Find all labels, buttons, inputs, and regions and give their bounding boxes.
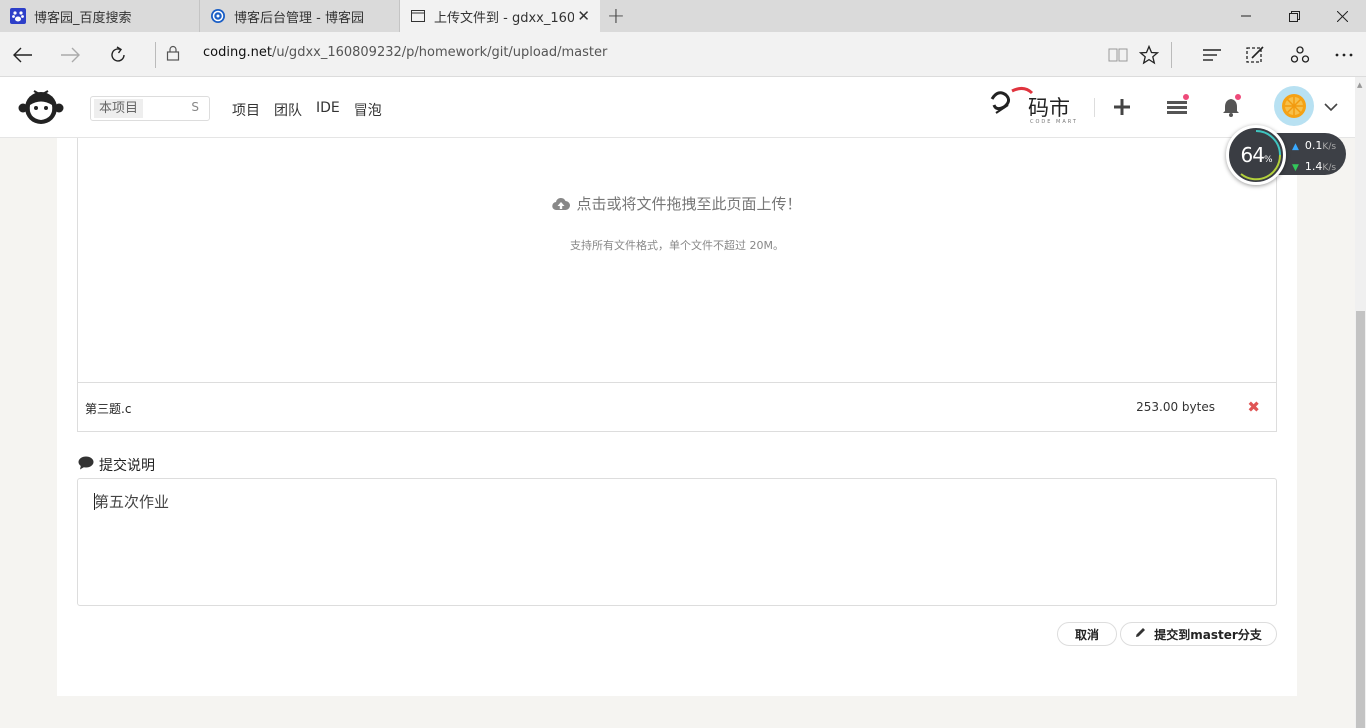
file-list-item: 第三题.c 253.00 bytes ✖ [77,382,1277,432]
page-scrollbar[interactable]: ▲ [1355,77,1366,728]
dropzone-title: 点击或将文件拖拽至此页面上传！ [78,193,1276,215]
close-tab-icon[interactable]: ✕ [577,7,590,25]
minimize-button[interactable] [1222,0,1270,32]
submit-to-master-button[interactable]: 提交到master分支 [1120,622,1277,646]
arrow-up-icon: ▲ [1292,142,1299,152]
url-field[interactable]: coding.net/u/gdxx_160809232/p/homework/g… [203,45,607,60]
nav-item-teams[interactable]: 团队 [274,100,302,120]
nav-item-bubble[interactable]: 冒泡 [354,100,382,120]
lock-icon[interactable] [166,45,180,65]
submit-button-label: 提交到master分支 [1154,627,1262,642]
notification-dot [1182,93,1190,101]
share-icon[interactable] [1285,40,1315,70]
browser-tab-bar: 博客园_百度搜索 博客后台管理 - 博客园 上传文件到 - gdxx_1608 … [0,0,1366,32]
create-plus-icon[interactable] [1108,93,1136,121]
app-header: 本项目 S 项目 团队 IDE 冒泡 码市 CODE MART [0,77,1355,138]
separator [1094,98,1095,117]
reading-view-icon[interactable] [1103,40,1133,70]
browser-tab-baidu[interactable]: 博客园_百度搜索 [0,0,200,32]
project-search-input[interactable]: 本项目 S [90,96,210,121]
hub-icon[interactable] [1197,40,1227,70]
nav-item-projects[interactable]: 项目 [232,100,260,120]
file-size: 253.00 bytes [1136,400,1215,414]
dropzone-hint: 支持所有文件格式，单个文件不超过 20M。 [570,239,784,252]
favorite-star-icon[interactable] [1134,40,1164,70]
cnblogs-icon [210,8,226,24]
chevron-down-icon[interactable] [1317,93,1345,121]
commit-message-label: 提交说明 [78,455,155,475]
commit-message-text: 第五次作业 [94,493,170,511]
cancel-button[interactable]: 取消 [1057,622,1117,646]
cancel-button-label: 取消 [1074,627,1099,642]
url-host: coding.net [203,45,272,60]
file-name: 第三题.c [85,402,132,416]
separator [155,42,156,68]
tab-title: 上传文件到 - gdxx_1608 [434,10,574,26]
browser-tab-upload[interactable]: 上传文件到 - gdxx_1608 ✕ [400,0,600,32]
browser-tab-cnblogs-admin[interactable]: 博客后台管理 - 博客园 [200,0,400,32]
back-button[interactable] [8,40,38,70]
main-nav: 项目 团队 IDE 冒泡 [232,100,382,120]
close-window-button[interactable] [1318,0,1366,32]
dropzone-title-text: 点击或将文件拖拽至此页面上传！ [576,195,802,213]
scrollbar-thumb[interactable] [1356,311,1365,728]
pencil-icon [1135,627,1146,641]
cloud-upload-icon [552,197,571,215]
avatar[interactable] [1274,86,1314,126]
download-speed: ▼ 1.4K/s [1292,160,1337,173]
svg-text:码市: 码市 [1028,96,1070,120]
notification-dot [1234,93,1242,101]
tab-title: 博客园_百度搜索 [34,10,132,26]
address-bar: coding.net/u/gdxx_160809232/p/homework/g… [0,32,1366,77]
search-scope-label: 本项目 [94,99,144,118]
forward-button[interactable] [55,40,85,70]
web-note-icon[interactable] [1240,40,1270,70]
search-hotkey: S [191,100,199,114]
commit-message-label-text: 提交说明 [99,458,155,474]
comment-icon [78,456,94,474]
new-tab-button[interactable]: + [600,0,632,32]
separator [1171,42,1172,68]
network-speed-widget[interactable]: ▲ 0.1K/s ▼ 1.4K/s 64% [1226,125,1346,187]
url-path: /u/gdxx_160809232/p/homework/git/upload/… [271,45,608,60]
scroll-up-arrow-icon[interactable]: ▲ [1357,81,1362,89]
tab-title: 博客后台管理 - 博客园 [234,10,364,26]
codemart-logo[interactable]: 码市 CODE MART [990,85,1082,129]
nav-item-ide[interactable]: IDE [316,100,340,120]
memory-usage-gauge: 64% [1226,125,1286,185]
bell-icon[interactable] [1217,93,1245,121]
refresh-button[interactable] [103,40,133,70]
task-list-icon[interactable] [1163,93,1191,121]
remove-file-icon[interactable]: ✖ [1247,398,1260,416]
window-controls [1222,0,1366,32]
page-icon [410,8,426,24]
file-dropzone[interactable]: 点击或将文件拖拽至此页面上传！ 支持所有文件格式，单个文件不超过 20M。 [77,138,1277,383]
more-menu-icon[interactable] [1329,40,1359,70]
arrow-down-icon: ▼ [1292,163,1299,173]
upload-speed: ▲ 0.1K/s [1292,139,1337,152]
baidu-paw-icon [10,8,26,24]
svg-text:CODE MART: CODE MART [1030,119,1078,125]
upload-page: 点击或将文件拖拽至此页面上传！ 支持所有文件格式，单个文件不超过 20M。 第三… [57,138,1297,696]
coding-monkey-logo[interactable] [18,88,64,130]
restore-button[interactable] [1270,0,1318,32]
commit-message-textarea[interactable]: 第五次作业 [77,478,1277,606]
